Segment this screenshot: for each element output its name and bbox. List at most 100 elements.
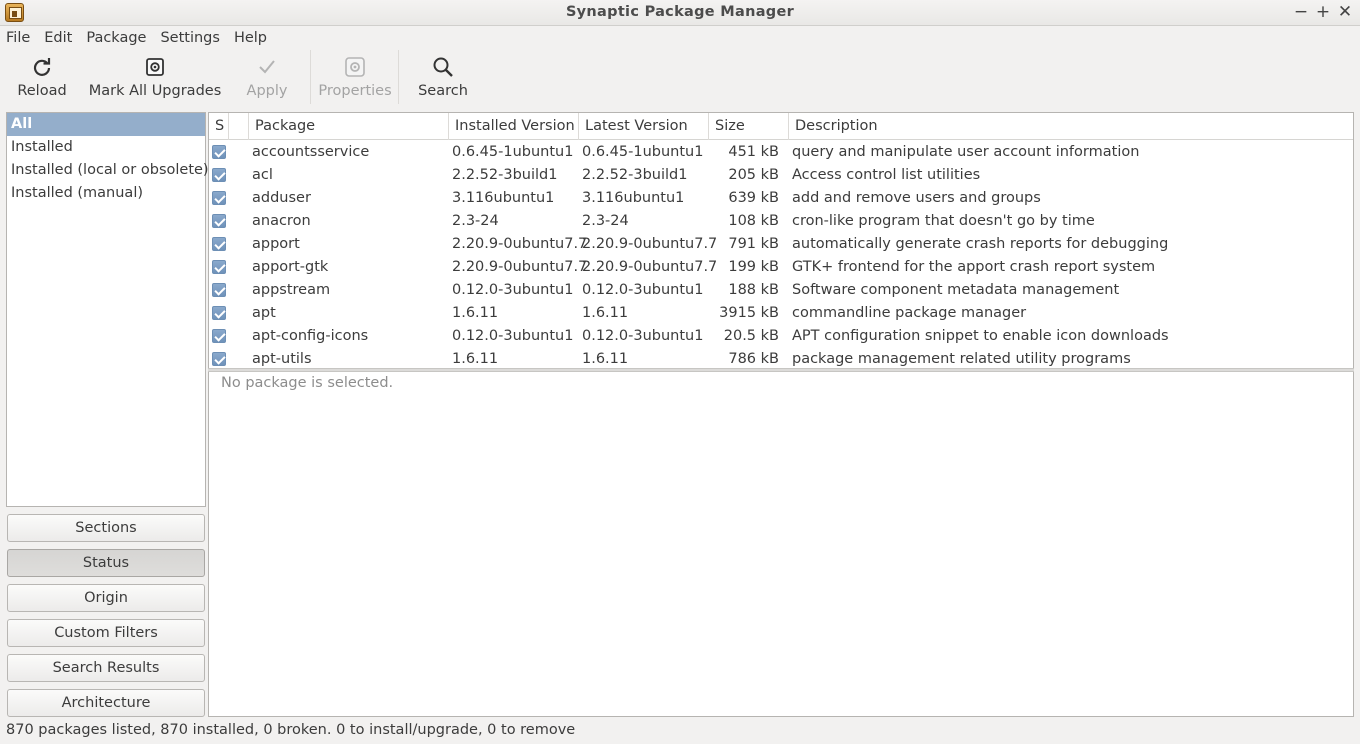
table-row[interactable]: adduser 3.116ubuntu1 3.116ubuntu1 639 kB add… bbox=[209, 187, 1353, 210]
latest-version: 2.20.9-0ubuntu7.7 bbox=[582, 259, 718, 275]
search-label: Search bbox=[418, 83, 468, 99]
column-installed-version[interactable]: Installed Version bbox=[449, 113, 579, 140]
package-name: adduser bbox=[252, 190, 311, 206]
package-size: 451 kB bbox=[728, 144, 779, 160]
column-description[interactable]: Description bbox=[789, 113, 1353, 140]
search-results-button[interactable]: Search Results bbox=[7, 654, 205, 682]
close-button[interactable]: ✕ bbox=[1335, 2, 1355, 22]
table-row[interactable]: appstream 0.12.0-3ubuntu1 0.12.0-3ubuntu1 1… bbox=[209, 279, 1353, 302]
column-package[interactable]: Package bbox=[249, 113, 449, 140]
installed-checkbox[interactable] bbox=[212, 214, 226, 228]
installed-checkbox[interactable] bbox=[212, 237, 226, 251]
latest-version: 0.12.0-3ubuntu1 bbox=[582, 282, 704, 298]
package-description: automatically generate crash reports for… bbox=[792, 236, 1169, 252]
latest-version: 3.116ubuntu1 bbox=[582, 190, 685, 206]
apply-label: Apply bbox=[246, 83, 288, 99]
reload-icon bbox=[33, 58, 51, 76]
column-spacer bbox=[229, 113, 249, 140]
latest-version: 2.3-24 bbox=[582, 213, 629, 229]
mark-all-upgrades-label: Mark All Upgrades bbox=[88, 83, 222, 99]
installed-version: 0.12.0-3ubuntu1 bbox=[452, 282, 574, 298]
package-name: acl bbox=[252, 167, 273, 183]
installed-version: 3.116ubuntu1 bbox=[452, 190, 555, 206]
status-bar: 870 packages listed, 870 installed, 0 br… bbox=[6, 722, 576, 738]
table-row[interactable]: apt 1.6.11 1.6.11 3915 kB commandline packag… bbox=[209, 302, 1353, 325]
mark-all-upgrades-button[interactable]: Mark All Upgrades bbox=[88, 50, 222, 104]
maximize-button[interactable]: + bbox=[1313, 2, 1333, 22]
installed-checkbox[interactable] bbox=[212, 260, 226, 274]
package-description: Software component metadata management bbox=[792, 282, 1120, 298]
package-description: add and remove users and groups bbox=[792, 190, 1041, 206]
description-text: No package is selected. bbox=[221, 375, 394, 391]
filter-all[interactable]: All bbox=[7, 113, 205, 136]
architecture-button[interactable]: Architecture bbox=[7, 689, 205, 717]
toolbar: Reload Mark All Upgrades Apply Propertie… bbox=[0, 50, 1360, 104]
table-row[interactable]: apport-gtk 2.20.9-0ubuntu7.7 2.20.9-0ubunt… bbox=[209, 256, 1353, 279]
apply-button[interactable]: Apply bbox=[236, 50, 298, 104]
menu-package[interactable]: Package bbox=[86, 30, 146, 46]
toolbar-separator bbox=[310, 50, 311, 104]
installed-checkbox[interactable] bbox=[212, 145, 226, 159]
reload-button[interactable]: Reload bbox=[10, 50, 74, 104]
installed-checkbox[interactable] bbox=[212, 168, 226, 182]
title-bar: Synaptic Package Manager − + ✕ bbox=[0, 0, 1360, 26]
column-status[interactable]: S bbox=[209, 113, 229, 140]
package-size: 791 kB bbox=[728, 236, 779, 252]
package-size: 205 kB bbox=[728, 167, 779, 183]
menu-edit[interactable]: Edit bbox=[44, 30, 72, 46]
latest-version: 1.6.11 bbox=[582, 305, 629, 321]
column-size[interactable]: Size bbox=[709, 113, 789, 140]
installed-version: 2.20.9-0ubuntu7.7 bbox=[452, 236, 588, 252]
package-size: 639 kB bbox=[728, 190, 779, 206]
filter-installed-local-obsolete[interactable]: Installed (local or obsolete) bbox=[7, 159, 209, 182]
table-header: S Package Installed Version Latest Versi… bbox=[209, 113, 1353, 140]
package-size: 3915 kB bbox=[719, 305, 779, 321]
package-name: apt-config-icons bbox=[252, 328, 369, 344]
properties-icon bbox=[345, 57, 365, 77]
installed-checkbox[interactable] bbox=[212, 191, 226, 205]
menu-help[interactable]: Help bbox=[234, 30, 267, 46]
search-button[interactable]: Search bbox=[412, 50, 474, 104]
table-row[interactable]: apport 2.20.9-0ubuntu7.7 2.20.9-0ubuntu7.7… bbox=[209, 233, 1353, 256]
installed-checkbox[interactable] bbox=[212, 283, 226, 297]
package-name: apport-gtk bbox=[252, 259, 329, 275]
status-button[interactable]: Status bbox=[7, 549, 205, 577]
table-row[interactable]: acl 2.2.52-3build1 2.2.52-3build1 205 kB Acc… bbox=[209, 164, 1353, 187]
table-row[interactable]: apt-config-icons 0.12.0-3ubuntu1 0.12.0-3u… bbox=[209, 325, 1353, 348]
installed-checkbox[interactable] bbox=[212, 352, 226, 366]
package-description: cron-like program that doesn't go by tim… bbox=[792, 213, 1095, 229]
filter-installed-manual[interactable]: Installed (manual) bbox=[7, 182, 205, 205]
installed-version: 2.3-24 bbox=[452, 213, 499, 229]
latest-version: 0.6.45-1ubuntu1 bbox=[582, 144, 704, 160]
origin-button[interactable]: Origin bbox=[7, 584, 205, 612]
sections-button[interactable]: Sections bbox=[7, 514, 205, 542]
latest-version: 0.12.0-3ubuntu1 bbox=[582, 328, 704, 344]
installed-version: 0.6.45-1ubuntu1 bbox=[452, 144, 574, 160]
table-row[interactable]: anacron 2.3-24 2.3-24 108 kB cron-like progr… bbox=[209, 210, 1353, 233]
package-description: query and manipulate user account inform… bbox=[792, 144, 1140, 160]
menu-bar: File Edit Package Settings Help bbox=[0, 26, 1360, 50]
reload-label: Reload bbox=[17, 83, 67, 99]
package-size: 108 kB bbox=[728, 213, 779, 229]
installed-checkbox[interactable] bbox=[212, 329, 226, 343]
properties-button[interactable]: Properties bbox=[314, 50, 396, 104]
menu-settings[interactable]: Settings bbox=[160, 30, 219, 46]
menu-file[interactable]: File bbox=[6, 30, 30, 46]
custom-filters-button[interactable]: Custom Filters bbox=[7, 619, 205, 647]
installed-version: 2.20.9-0ubuntu7.7 bbox=[452, 259, 588, 275]
checkmark-icon bbox=[259, 60, 275, 74]
filter-installed[interactable]: Installed bbox=[7, 136, 205, 159]
column-latest-version[interactable]: Latest Version bbox=[579, 113, 709, 140]
installed-version: 1.6.11 bbox=[452, 305, 499, 321]
installed-version: 0.12.0-3ubuntu1 bbox=[452, 328, 574, 344]
latest-version: 2.20.9-0ubuntu7.7 bbox=[582, 236, 718, 252]
package-size: 199 kB bbox=[728, 259, 779, 275]
description-pane: No package is selected. bbox=[208, 372, 1354, 717]
upgrade-icon bbox=[146, 58, 164, 76]
package-description: Access control list utilities bbox=[792, 167, 981, 183]
table-row[interactable]: accountsservice 0.6.45-1ubuntu1 0.6.45-1ub… bbox=[209, 141, 1353, 164]
installed-checkbox[interactable] bbox=[212, 306, 226, 320]
minimize-button[interactable]: − bbox=[1291, 2, 1311, 22]
installed-version: 2.2.52-3build1 bbox=[452, 167, 558, 183]
package-description: APT configuration snippet to enable icon… bbox=[792, 328, 1169, 344]
